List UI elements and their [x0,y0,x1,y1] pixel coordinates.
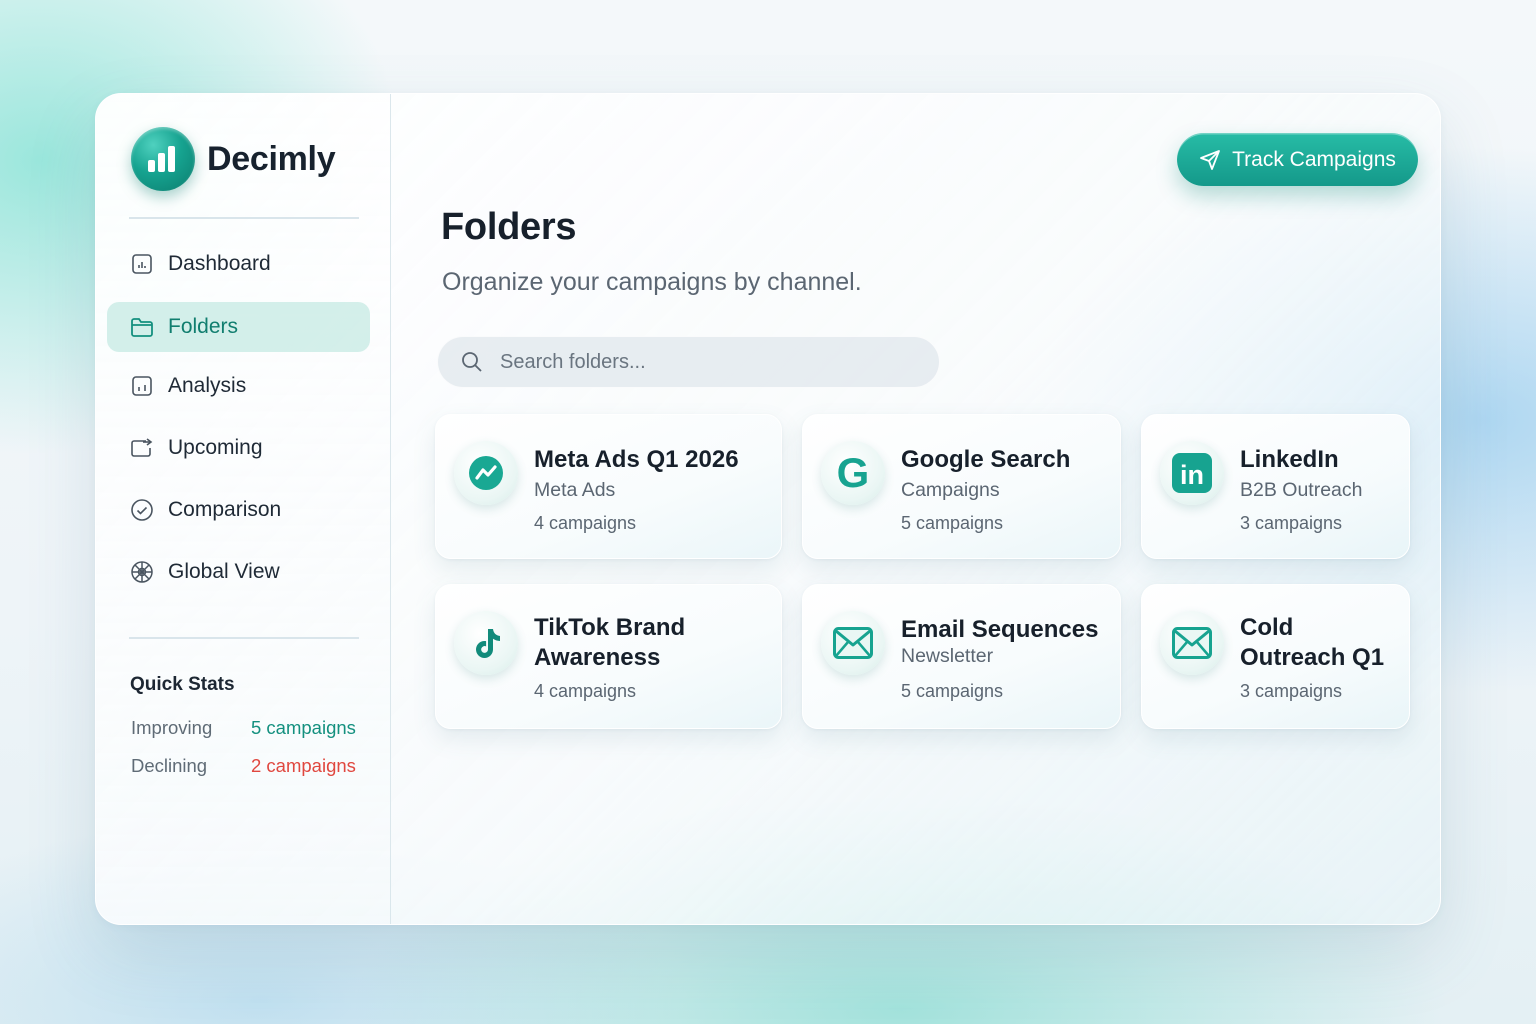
folder-count: 5 campaigns [901,681,1004,701]
track-campaigns-label: Track Campaigns [1232,147,1396,171]
folder-title-line: Cold [1240,614,1294,641]
sidebar-divider [129,217,359,219]
google-icon: G [821,441,885,505]
sidebar-item-comparison[interactable]: Comparison [107,485,370,535]
brand[interactable]: Decimly [131,127,336,191]
sidebar-item-folders[interactable]: Folders [107,302,370,352]
dashboard-icon [130,252,154,276]
sidebar-item-dashboard[interactable]: Dashboard [107,239,370,289]
folder-card-cold-outreach[interactable]: Cold Outreach Q1 3 campaigns [1141,584,1410,729]
folder-subtitle: B2B Outreach [1240,479,1363,501]
search-bar[interactable] [437,336,940,388]
sidebar-item-label: Analysis [168,374,247,397]
folder-card-email-sequences[interactable]: Email Sequences Newsletter 5 campaigns [802,584,1121,729]
brand-name: Decimly [207,139,336,178]
folder-count: 4 campaigns [534,681,637,701]
app-window: Decimly Dashboard Folders Analysis Upcom… [95,93,1441,925]
folder-title: Email Sequences [901,616,1099,643]
send-icon [1200,149,1221,170]
folder-title-line: TikTok Brand [534,614,686,641]
page-subtitle: Organize your campaigns by channel. [442,268,862,296]
sidebar-item-label: Comparison [168,498,282,521]
sidebar: Decimly Dashboard Folders Analysis Upcom… [96,94,391,924]
folder-card-tiktok[interactable]: TikTok Brand Awareness 4 campaigns [435,584,782,729]
declining-label: Declining [131,755,208,776]
analysis-icon [130,374,154,398]
search-icon [460,350,484,374]
main-content: Track Campaigns Folders Organize your ca… [391,94,1440,924]
improving-value[interactable]: 5 campaigns [251,717,356,739]
quick-stats-title: Quick Stats [130,674,235,695]
sidebar-item-global-view[interactable]: Global View [107,547,370,597]
folder-title: Cold Outreach Q1 [1240,613,1384,673]
folder-title-line: Outreach Q1 [1240,644,1385,671]
folder-card-google-search[interactable]: G Google Search Campaigns 5 campaigns [802,414,1121,559]
sidebar-divider [129,637,359,639]
linkedin-icon: in [1160,441,1224,505]
page-title: Folders [441,206,577,248]
folder-count: 3 campaigns [1240,513,1343,533]
improving-label: Improving [131,717,213,738]
email-icon [821,611,885,675]
folder-count: 5 campaigns [901,513,1004,533]
upcoming-icon [130,436,154,460]
sidebar-item-analysis[interactable]: Analysis [107,361,370,411]
declining-value[interactable]: 2 campaigns [251,755,356,777]
folder-card-linkedin[interactable]: in LinkedIn B2B Outreach 3 campaigns [1141,414,1410,559]
folder-title-line: Awareness [534,644,661,671]
tiktok-icon [454,611,518,675]
folder-title: Meta Ads Q1 2026 [534,446,739,473]
folder-subtitle: Newsletter [901,645,994,667]
folder-card-meta-ads[interactable]: Meta Ads Q1 2026 Meta Ads 4 campaigns [435,414,782,559]
meta-trend-icon [454,441,518,505]
sidebar-item-upcoming[interactable]: Upcoming [107,423,370,473]
check-circle-icon [130,498,154,522]
email-icon [1160,611,1224,675]
sidebar-item-label: Global View [168,560,280,583]
svg-text:in: in [1180,460,1204,490]
folder-title: LinkedIn [1240,446,1339,473]
folder-icon [130,315,154,339]
folder-count: 3 campaigns [1240,681,1343,701]
search-input[interactable] [498,349,922,375]
sidebar-item-label: Folders [168,315,239,338]
bar-chart-logo-icon [131,127,195,191]
folder-count: 4 campaigns [534,513,637,533]
sidebar-item-label: Upcoming [168,436,263,459]
sidebar-item-label: Dashboard [168,252,271,275]
track-campaigns-button[interactable]: Track Campaigns [1177,133,1418,186]
folder-title: TikTok Brand Awareness [534,613,685,673]
folder-subtitle: Meta Ads [534,479,616,501]
folder-title: Google Search [901,446,1071,473]
folder-subtitle: Campaigns [901,479,1000,501]
globe-icon [130,560,154,584]
